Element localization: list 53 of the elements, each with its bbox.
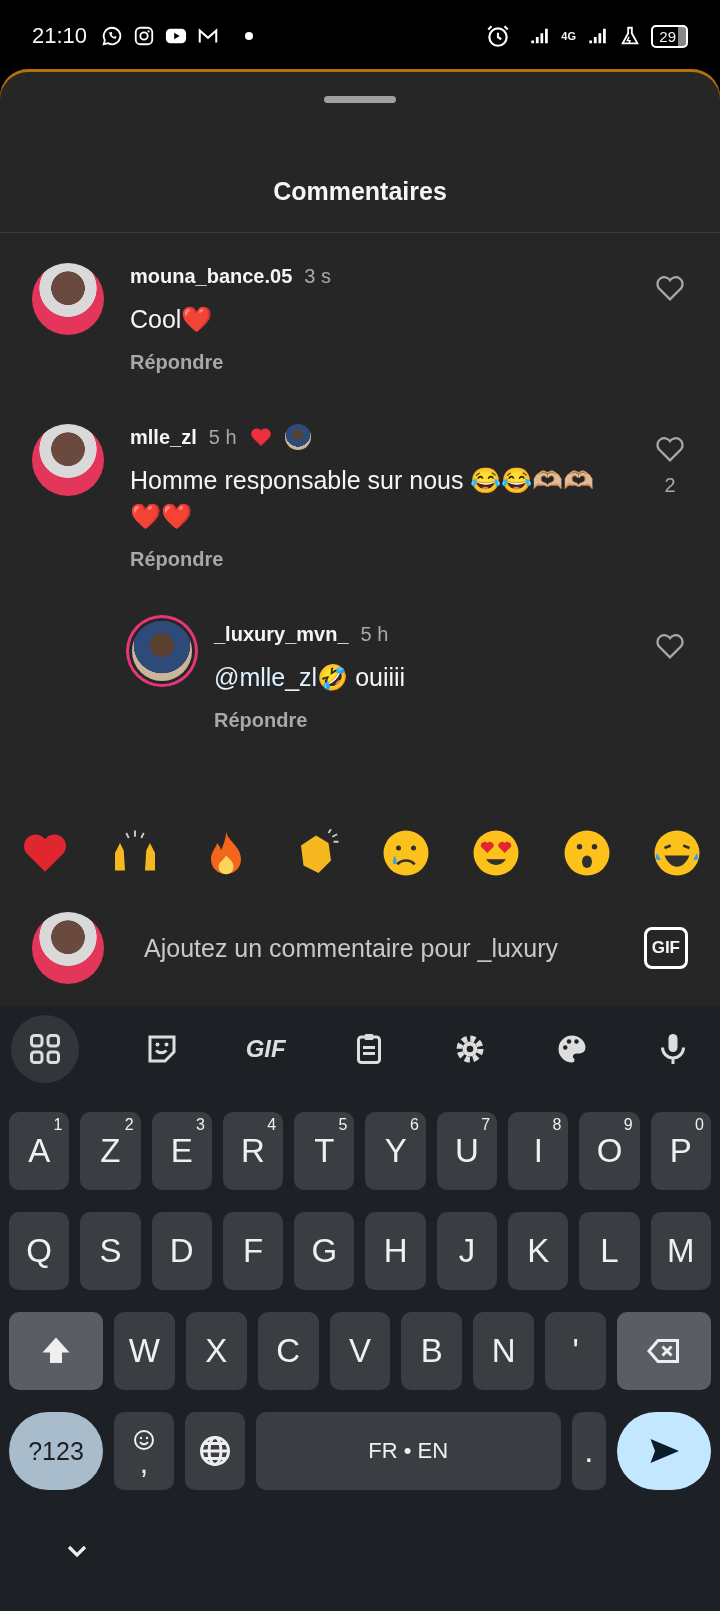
letter-key[interactable]: ' [545,1312,606,1390]
network-label: 4G [561,30,577,42]
smiley-icon [132,1428,156,1452]
like-count: 2 [664,474,676,497]
reply-link[interactable]: Répondre [214,709,308,732]
camera-icon [133,25,156,47]
comment-time: 5 h [360,622,389,646]
comment-text: 🤣 ouiiii [317,663,406,691]
letter-key[interactable]: N [473,1312,535,1390]
symbols-key[interactable]: ?123 [9,1412,103,1490]
letter-key[interactable]: K [508,1212,569,1290]
language-key[interactable] [185,1412,245,1490]
letter-key[interactable]: M [650,1212,711,1290]
sheet-title: Commentaires [0,103,720,233]
grid-icon [27,1031,63,1067]
letter-key[interactable]: S [80,1212,141,1290]
shift-key[interactable] [9,1312,103,1390]
letter-key[interactable]: H [365,1212,426,1290]
gif-button[interactable]: GIF [643,927,688,969]
chat-bubble-icon [101,25,124,47]
username[interactable]: _luxury_mvn_ [214,622,349,646]
notification-dot [245,32,254,40]
comment-time: 5 h [208,425,237,449]
letter-key[interactable]: L [579,1212,640,1290]
letter-key[interactable]: J [436,1212,498,1290]
space-key[interactable]: FR • EN [256,1412,561,1490]
mention-link[interactable]: @mlle_zl [214,663,318,691]
username[interactable]: mlle_zl [130,425,197,449]
globe-icon [197,1433,233,1469]
reply-link[interactable]: Répondre [130,548,224,571]
letter-key[interactable]: D [151,1212,212,1290]
clock-time: 21:10 [32,23,88,49]
letter-key[interactable]: C [257,1312,319,1390]
letter-key[interactable]: W [114,1312,175,1390]
letter-key[interactable]: X [185,1312,247,1390]
battery-level: 29 [651,24,688,48]
letter-key[interactable]: B [401,1312,463,1390]
comment-time: 3 s [304,264,331,288]
backspace-key[interactable] [617,1312,711,1390]
letter-key[interactable]: V [329,1312,391,1390]
letter-key[interactable]: G [294,1212,355,1290]
comment-input[interactable]: Ajoutez un commentaire pour _luxury [142,932,606,964]
comment-text: Homme responsable sur nous 😂😂🫶🏼🫶🏼❤❤ [130,465,596,532]
drag-handle[interactable] [324,96,396,103]
emoji-comma-key[interactable]: , [114,1412,174,1490]
letter-key[interactable]: F [222,1212,284,1290]
gif-key[interactable]: GIF [245,1035,286,1063]
author-avatar [284,424,311,450]
comment-text: Cool❤ [130,304,213,335]
letter-key[interactable]: . [571,1412,606,1490]
username[interactable]: mouna_bance.05 [130,264,293,288]
letter-key[interactable]: Q [9,1212,70,1290]
reply-link[interactable]: Répondre [130,351,224,374]
